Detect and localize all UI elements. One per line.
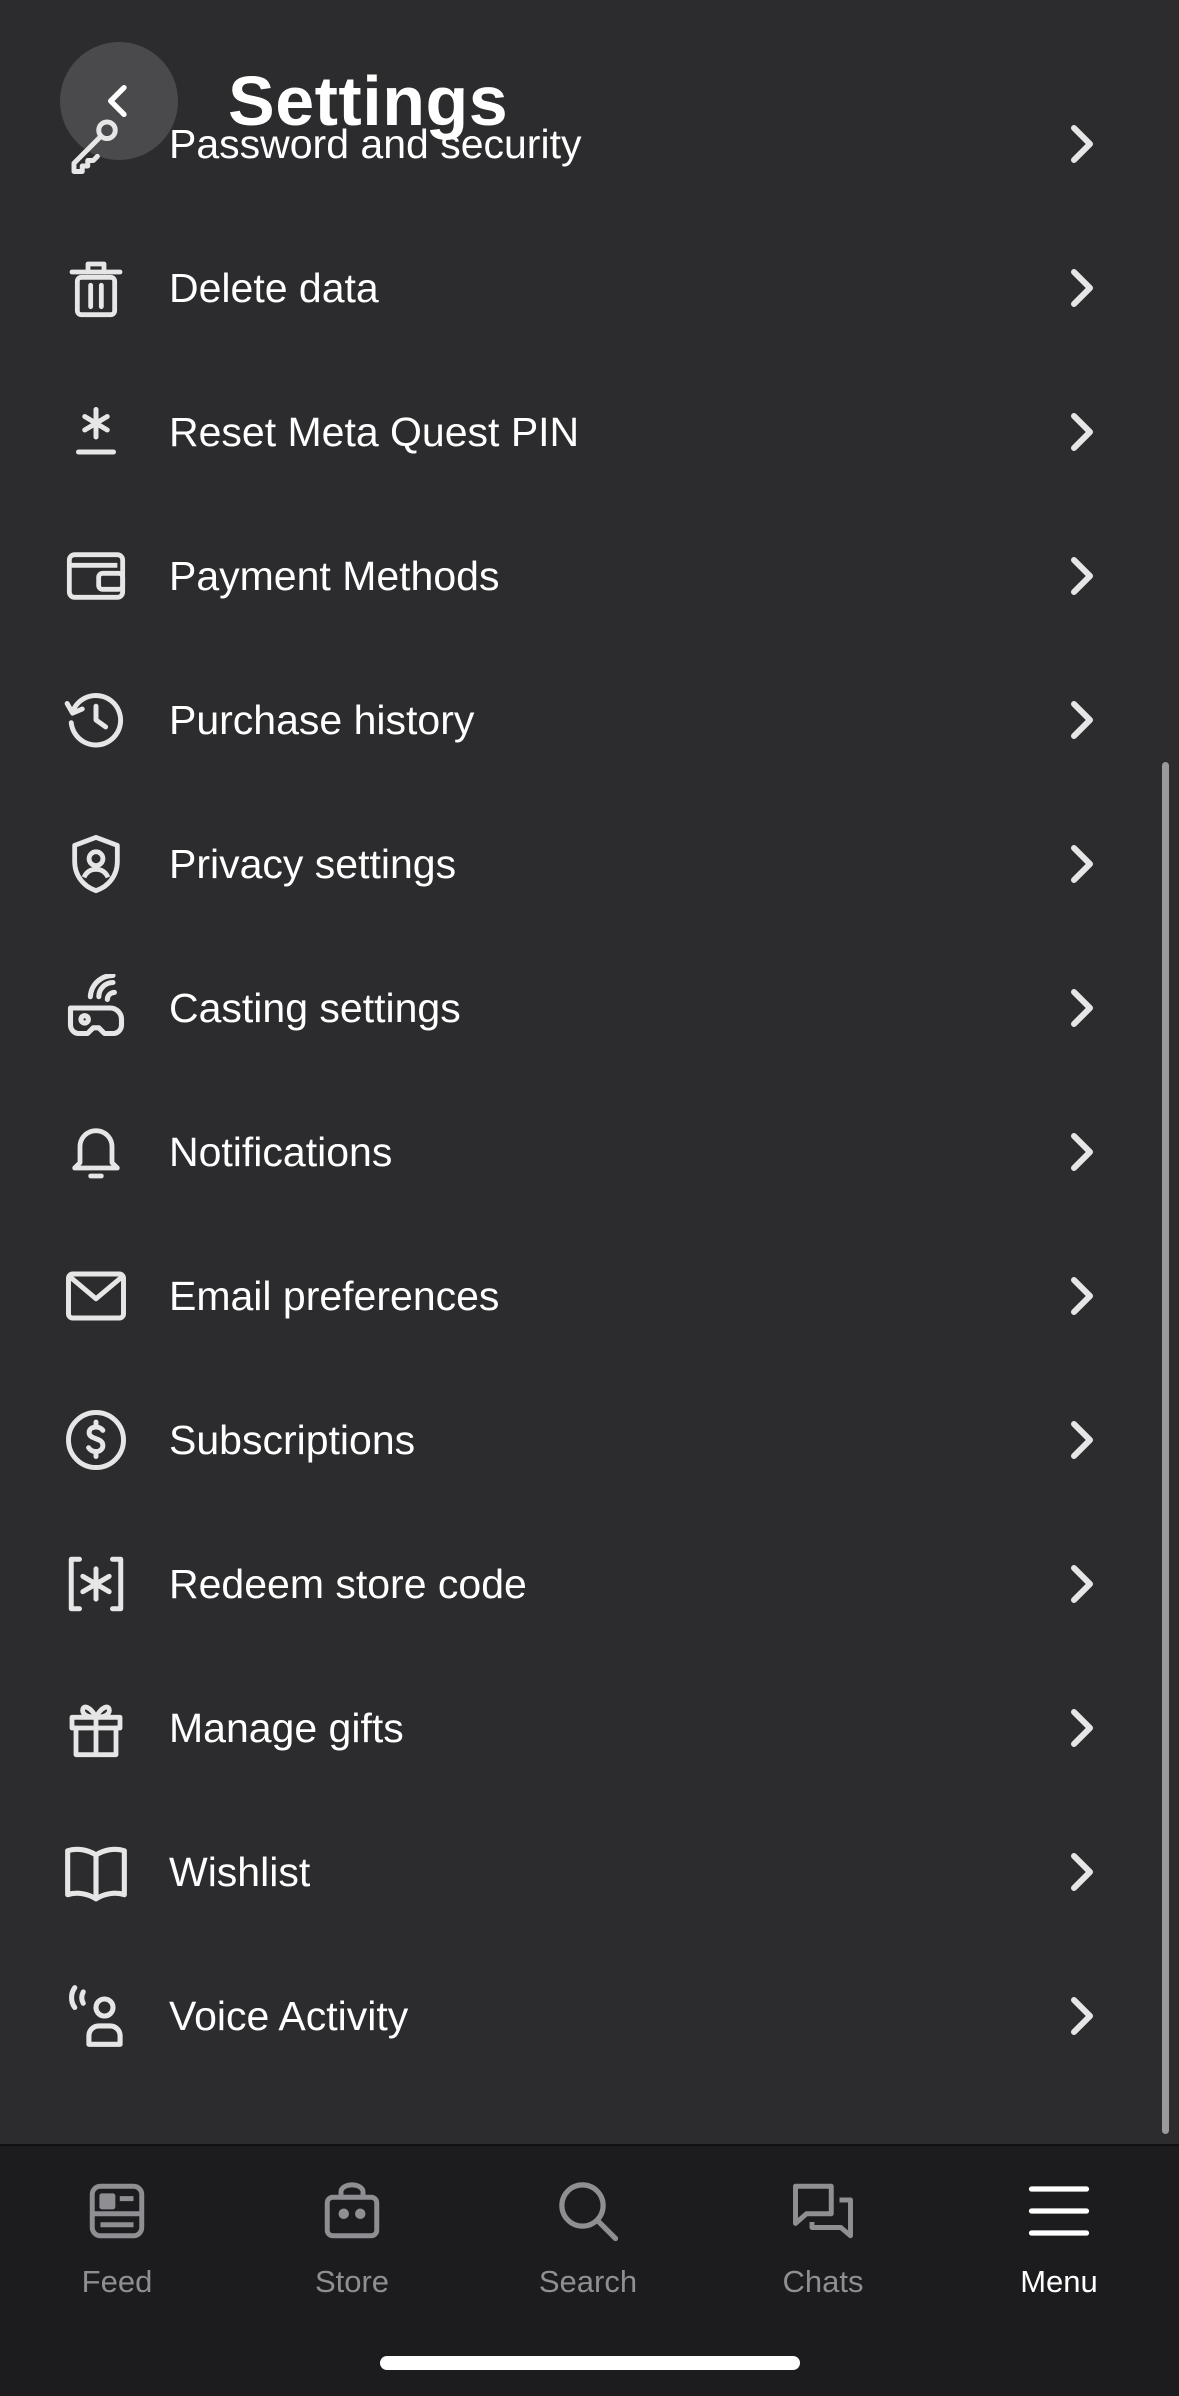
- history-icon: [64, 693, 124, 748]
- tab-search[interactable]: Search: [498, 2176, 678, 2316]
- settings-list: Password and security Delete data Reset …: [0, 119, 1179, 2088]
- settings-item-purchase-history[interactable]: Purchase history: [0, 648, 1179, 792]
- bracket-asterisk-icon: [68, 1556, 124, 1612]
- settings-item-label: Subscriptions: [169, 1417, 416, 1463]
- chevron-right-icon: [1071, 1565, 1093, 1603]
- settings-item-email-preferences[interactable]: Email preferences: [0, 1224, 1179, 1368]
- settings-item-label: Wishlist: [169, 1849, 311, 1895]
- tab-label: Menu: [1020, 2264, 1098, 2299]
- search-icon: [559, 2182, 619, 2242]
- book-icon: [65, 1846, 127, 1902]
- settings-item-wishlist[interactable]: Wishlist: [0, 1800, 1179, 1944]
- feed-icon: [89, 2183, 145, 2239]
- settings-item-subscriptions[interactable]: Subscriptions: [0, 1368, 1179, 1512]
- tab-feed[interactable]: Feed: [27, 2176, 207, 2316]
- settings-item-manage-gifts[interactable]: Manage gifts: [0, 1656, 1179, 1800]
- shield-user-icon: [72, 834, 120, 894]
- settings-item-label: Voice Activity: [169, 1993, 409, 2039]
- settings-item-label: Delete data: [169, 265, 379, 311]
- voice-user-icon: [69, 1985, 123, 2047]
- settings-item-label: Redeem store code: [169, 1561, 527, 1607]
- tab-label: Store: [314, 2264, 390, 2299]
- trash-icon: [69, 261, 123, 318]
- settings-item-privacy-settings[interactable]: Privacy settings: [0, 792, 1179, 936]
- tab-chats[interactable]: Chats: [733, 2176, 913, 2316]
- chevron-right-icon: [1071, 1421, 1093, 1459]
- key-icon: [71, 119, 118, 174]
- settings-screen: Settings Password and security Delete da…: [0, 0, 1179, 2396]
- tab-label: Chats: [782, 2264, 864, 2299]
- settings-item-delete-data[interactable]: Delete data: [0, 216, 1179, 360]
- asterisk-icon: [76, 407, 116, 455]
- store-bag-icon: [324, 2182, 380, 2239]
- home-indicator[interactable]: [380, 2356, 800, 2370]
- chevron-right-icon: [1071, 1997, 1093, 2035]
- chevron-right-icon: [1071, 701, 1093, 739]
- settings-item-payment-methods[interactable]: Payment Methods: [0, 504, 1179, 648]
- settings-item-label: Email preferences: [169, 1273, 500, 1319]
- envelope-icon: [66, 1271, 126, 1321]
- settings-item-label: Purchase history: [169, 697, 475, 743]
- chevron-right-icon: [1071, 413, 1093, 451]
- settings-item-label: Casting settings: [169, 985, 461, 1031]
- settings-item-voice-activity[interactable]: Voice Activity: [0, 1944, 1179, 2088]
- settings-item-reset-pin[interactable]: Reset Meta Quest PIN: [0, 360, 1179, 504]
- settings-item-notifications[interactable]: Notifications: [0, 1080, 1179, 1224]
- settings-item-casting-settings[interactable]: Casting settings: [0, 936, 1179, 1080]
- gift-icon: [69, 1704, 123, 1758]
- chevron-right-icon: [1071, 1853, 1093, 1891]
- settings-item-label: Notifications: [169, 1129, 393, 1175]
- hamburger-menu-icon: [1028, 2186, 1090, 2236]
- chevron-right-icon: [1071, 989, 1093, 1027]
- chevron-right-icon: [1071, 269, 1093, 307]
- chevron-right-icon: [1071, 557, 1093, 595]
- bell-icon: [72, 1128, 120, 1179]
- settings-item-label: Password and security: [169, 121, 582, 167]
- settings-item-label: Manage gifts: [169, 1705, 404, 1751]
- tab-menu[interactable]: Menu: [969, 2176, 1149, 2316]
- scrollbar[interactable]: [1162, 762, 1169, 2134]
- chevron-right-icon: [1071, 125, 1093, 163]
- chevron-right-icon: [1071, 1709, 1093, 1747]
- tab-label: Search: [538, 2264, 638, 2299]
- settings-item-label: Privacy settings: [169, 841, 457, 887]
- settings-item-redeem-store-code[interactable]: Redeem store code: [0, 1512, 1179, 1656]
- tab-store[interactable]: Store: [262, 2176, 442, 2316]
- chevron-right-icon: [1071, 1277, 1093, 1315]
- settings-item-label: Payment Methods: [169, 553, 500, 599]
- chevron-right-icon: [1071, 1133, 1093, 1171]
- tab-label: Feed: [81, 2264, 153, 2299]
- chevron-right-icon: [1071, 845, 1093, 883]
- settings-item-label: Reset Meta Quest PIN: [169, 409, 580, 455]
- headset-cast-icon: [67, 974, 125, 1037]
- dollar-circle-icon: [66, 1410, 126, 1470]
- wallet-icon: [66, 552, 126, 600]
- chat-bubbles-icon: [793, 2183, 853, 2239]
- settings-item-password-security[interactable]: Password and security: [0, 72, 1179, 216]
